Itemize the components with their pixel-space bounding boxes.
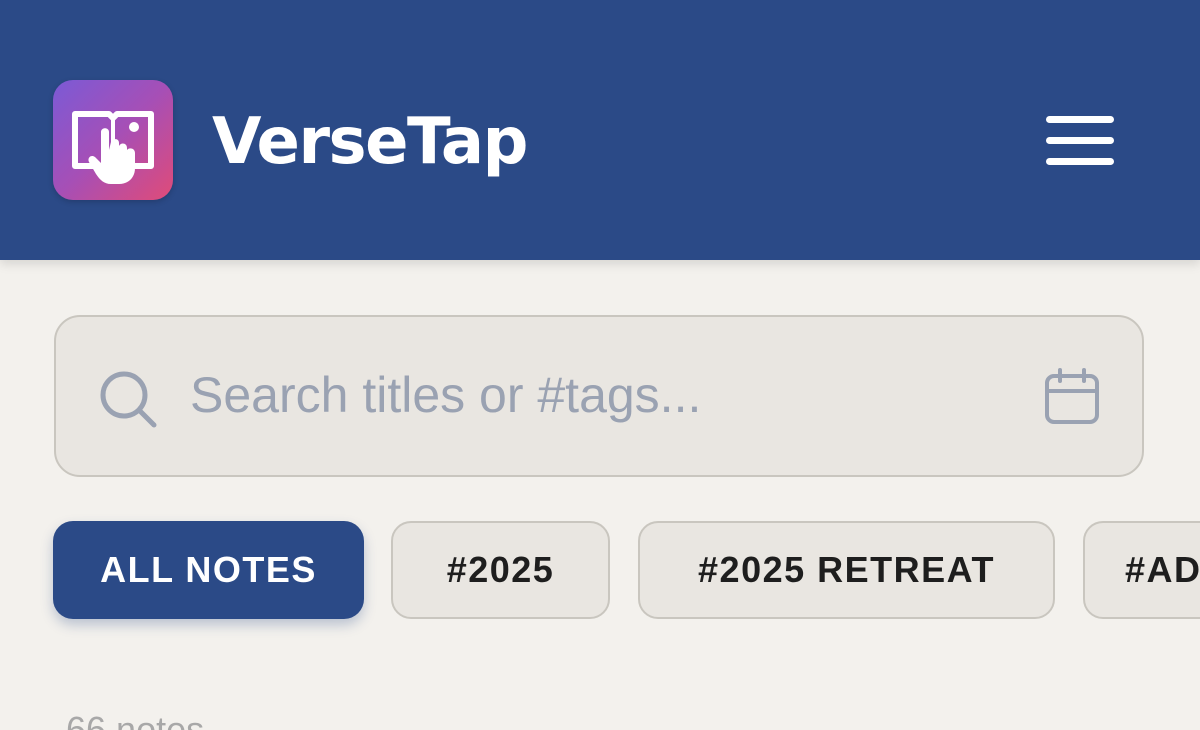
search-bar[interactable] bbox=[54, 315, 1144, 477]
app-name: VerseTap bbox=[212, 105, 528, 179]
hamburger-menu-icon bbox=[1046, 116, 1114, 123]
calendar-icon[interactable] bbox=[1042, 367, 1102, 427]
book-tap-icon bbox=[72, 111, 154, 184]
app-root: VerseTap ALL NOTES #2025 #2025 RETREAT #… bbox=[0, 0, 1200, 730]
search-icon bbox=[100, 371, 157, 428]
menu-button[interactable] bbox=[1038, 106, 1122, 174]
search-input[interactable] bbox=[190, 355, 1010, 435]
filter-chip-ad[interactable]: #AD bbox=[1083, 521, 1200, 619]
filter-chip-all-notes[interactable]: ALL NOTES bbox=[53, 521, 364, 619]
app-logo bbox=[53, 80, 173, 200]
filter-chip-2025-retreat[interactable]: #2025 RETREAT bbox=[638, 521, 1055, 619]
filter-chip-2025[interactable]: #2025 bbox=[391, 521, 610, 619]
app-header: VerseTap bbox=[0, 0, 1200, 260]
notes-count: 66 notes bbox=[66, 709, 205, 730]
